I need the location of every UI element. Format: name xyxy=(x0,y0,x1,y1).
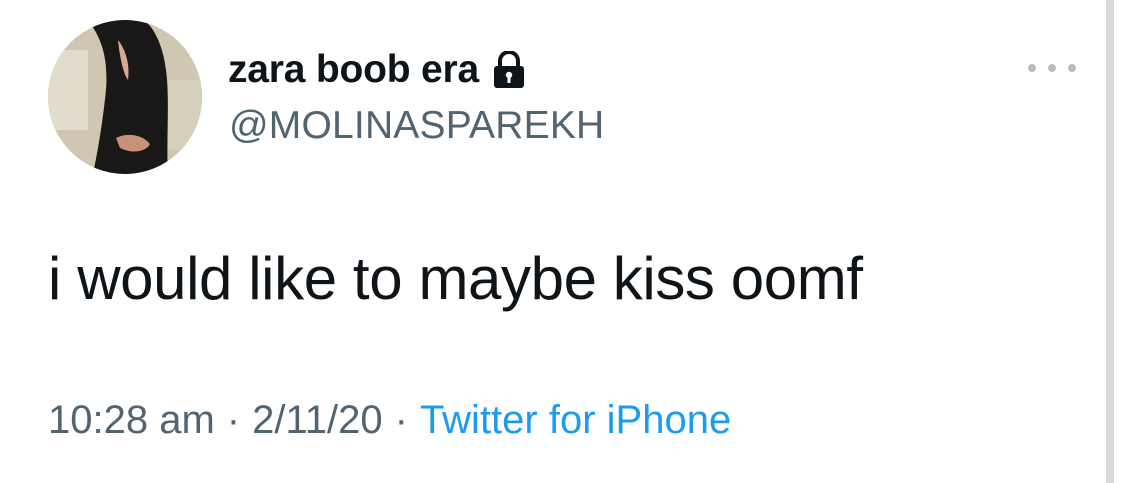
tweet-source-link[interactable]: Twitter for iPhone xyxy=(420,398,731,443)
tweet-time[interactable]: 10:28 am xyxy=(48,398,215,443)
scrollbar[interactable] xyxy=(1106,0,1114,483)
lock-icon xyxy=(489,50,529,90)
profile-photo-icon xyxy=(48,20,202,174)
tweet-meta: 10:28 am · 2/11/20 · Twitter for iPhone xyxy=(48,398,731,443)
separator: · xyxy=(226,398,241,442)
display-name[interactable]: zara boob era xyxy=(228,48,479,92)
dot xyxy=(1068,64,1076,72)
dot xyxy=(1028,64,1036,72)
dot xyxy=(1048,64,1056,72)
separator: · xyxy=(394,398,408,442)
tweet-date[interactable]: 2/11/20 xyxy=(252,398,383,443)
avatar[interactable] xyxy=(48,20,202,174)
tweet-card[interactable]: zara boob era @MOLINASPAREKH i would lik… xyxy=(0,0,1106,483)
display-name-row: zara boob era xyxy=(228,44,529,96)
user-handle[interactable]: @MOLINASPAREKH xyxy=(229,104,604,148)
more-options-icon[interactable] xyxy=(1028,56,1076,80)
tweet-text: i would like to maybe kiss oomf xyxy=(48,245,863,312)
